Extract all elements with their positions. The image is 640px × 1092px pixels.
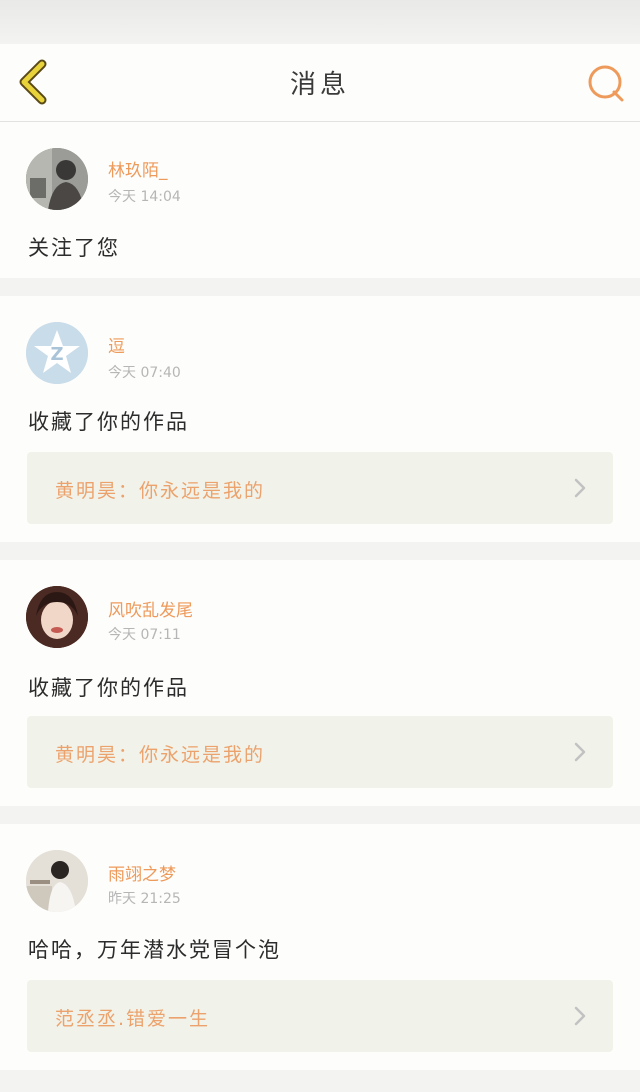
timestamp: 今天 07:11 bbox=[108, 627, 181, 643]
username[interactable]: 雨翊之梦 bbox=[108, 860, 176, 885]
notification-card: Z 逗 今天 07:40 收藏了你的作品 黄明昊：你永远是我的 bbox=[0, 296, 640, 542]
status-bar bbox=[0, 0, 640, 44]
timestamp: 今天 14:04 bbox=[108, 189, 181, 205]
username[interactable]: 风吹乱发尾 bbox=[108, 596, 193, 621]
work-title: 黄明昊：你永远是我的 bbox=[55, 744, 266, 766]
notification-message: 哈哈，万年潜水党冒个泡 bbox=[28, 938, 281, 962]
avatar[interactable]: Z bbox=[26, 322, 88, 384]
avatar[interactable] bbox=[26, 148, 88, 210]
search-button[interactable] bbox=[584, 62, 628, 106]
page-title: 消息 bbox=[289, 70, 350, 100]
top-nav-bar: 消息 bbox=[0, 44, 640, 122]
svg-text:Z: Z bbox=[50, 344, 63, 365]
search-icon bbox=[588, 65, 624, 102]
default-avatar-icon: Z bbox=[26, 322, 88, 384]
user-photo-icon bbox=[26, 148, 88, 210]
chevron-right-icon bbox=[574, 478, 586, 498]
user-photo-icon bbox=[26, 850, 88, 912]
notification-message: 收藏了你的作品 bbox=[28, 410, 189, 434]
notification-card: 林玖陌_ 今天 14:04 关注了您 bbox=[0, 122, 640, 278]
notification-card: 风吹乱发尾 今天 07:11 收藏了你的作品 黄明昊：你永远是我的 bbox=[0, 560, 640, 806]
notification-message: 收藏了你的作品 bbox=[28, 676, 189, 700]
notification-card: 雨翊之梦 昨天 21:25 哈哈，万年潜水党冒个泡 范丞丞.错爱一生 bbox=[0, 824, 640, 1070]
work-title: 黄明昊：你永远是我的 bbox=[55, 480, 266, 502]
chevron-right-icon bbox=[574, 742, 586, 762]
referenced-work-link[interactable]: 黄明昊：你永远是我的 bbox=[27, 716, 613, 788]
username[interactable]: 林玖陌_ bbox=[108, 156, 168, 181]
avatar[interactable] bbox=[26, 586, 88, 648]
referenced-work-link[interactable]: 黄明昊：你永远是我的 bbox=[27, 452, 613, 524]
work-title: 范丞丞.错爱一生 bbox=[55, 1008, 211, 1030]
timestamp: 昨天 21:25 bbox=[108, 891, 181, 907]
notification-message: 关注了您 bbox=[28, 236, 120, 260]
user-photo-icon bbox=[26, 586, 88, 648]
username[interactable]: 逗 bbox=[108, 332, 125, 357]
chevron-right-icon bbox=[574, 1006, 586, 1026]
timestamp: 今天 07:40 bbox=[108, 365, 181, 381]
referenced-work-link[interactable]: 范丞丞.错爱一生 bbox=[27, 980, 613, 1052]
avatar[interactable] bbox=[26, 850, 88, 912]
